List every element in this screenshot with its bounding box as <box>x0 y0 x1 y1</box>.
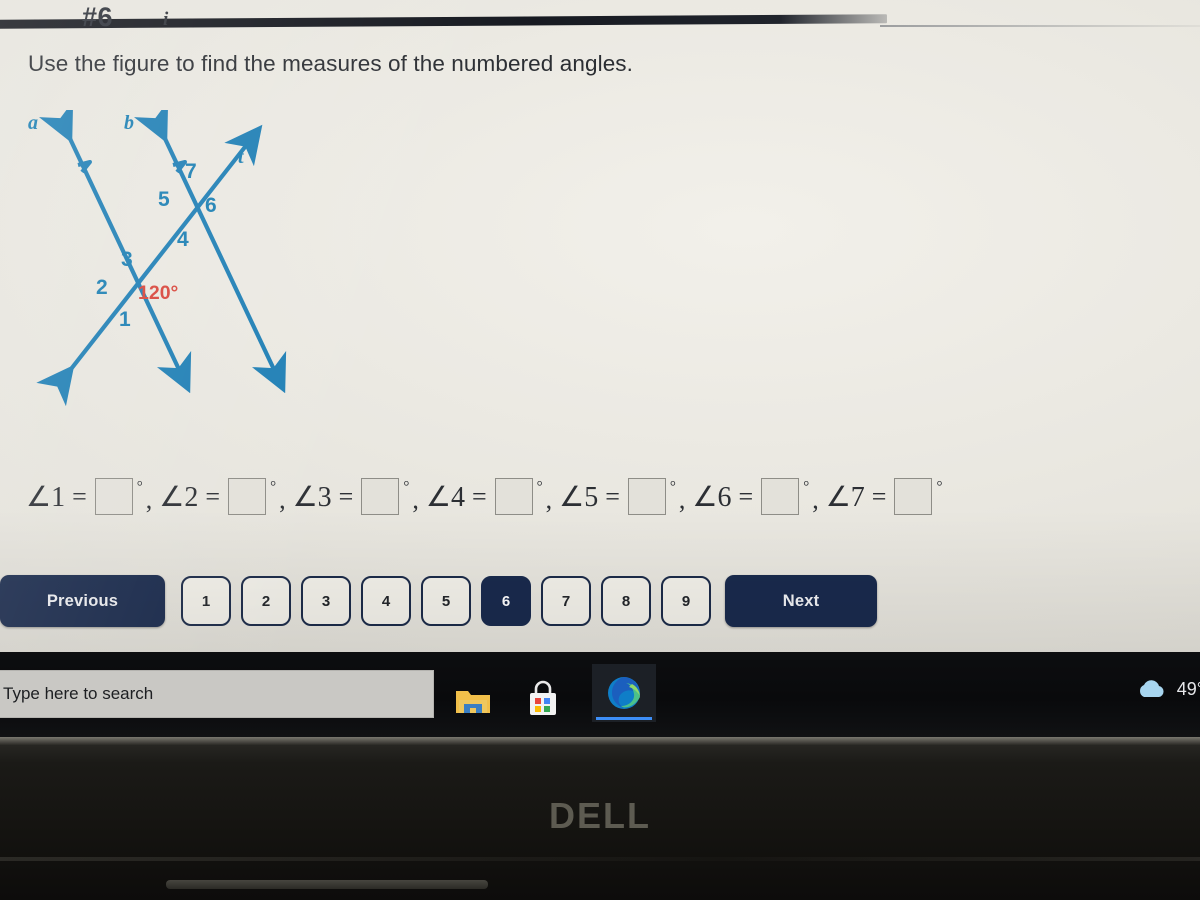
answer-input-6[interactable] <box>761 478 800 515</box>
answer-label-6: ∠6 <box>692 481 732 513</box>
weather-temperature: 49° <box>1176 678 1200 699</box>
answer-row: ∠1 = ° , ∠2 = ° , ∠3 = ° , ∠4 = ° , ∠5 =… <box>26 478 942 515</box>
answer-input-5[interactable] <box>627 478 666 515</box>
answer-input-2[interactable] <box>228 478 267 515</box>
file-explorer-icon[interactable] <box>452 680 494 722</box>
info-icon[interactable]: i <box>163 9 168 31</box>
label-line-b: b <box>124 112 134 134</box>
page-button-6[interactable]: 6 <box>481 576 531 626</box>
page-button-9[interactable]: 9 <box>661 576 711 626</box>
previous-button[interactable]: Previous <box>0 575 165 627</box>
page-button-2[interactable]: 2 <box>241 576 291 626</box>
page-button-5[interactable]: 5 <box>421 576 471 626</box>
laptop-hinge <box>166 880 488 889</box>
header-divider <box>880 25 1200 27</box>
answer-input-7[interactable] <box>894 478 933 515</box>
answer-equals-3: = <box>338 481 354 511</box>
answer-equals-6: = <box>738 481 754 511</box>
answer-separator-3: , <box>412 485 419 514</box>
answer-group-3: ∠3 = ° , <box>293 478 426 515</box>
line-t <box>36 124 263 407</box>
microsoft-edge-icon[interactable] <box>592 664 656 722</box>
answer-label-7: ∠7 <box>825 481 865 513</box>
next-button[interactable]: Next <box>725 575 877 627</box>
degree-symbol-4: ° <box>536 479 543 495</box>
page-button-4[interactable]: 4 <box>361 576 411 626</box>
answer-group-5: ∠5 = ° , <box>559 478 692 515</box>
answer-equals-2: = <box>205 481 221 511</box>
angle-number-1: 1 <box>119 308 131 331</box>
angle-number-6: 6 <box>205 194 217 217</box>
page-button-1[interactable]: 1 <box>181 576 231 626</box>
geometry-figure-svg <box>36 100 287 407</box>
answer-label-5: ∠5 <box>559 481 599 513</box>
angle-number-5: 5 <box>158 188 170 211</box>
answer-separator-1: , <box>145 485 153 514</box>
page-button-8[interactable]: 8 <box>601 576 651 626</box>
given-angle-measure: 120° <box>138 282 179 304</box>
answer-separator-6: , <box>812 485 819 514</box>
taskbar-weather-widget[interactable]: 49° <box>1134 676 1200 702</box>
answer-equals-7: = <box>871 481 887 511</box>
answer-separator-2: , <box>279 485 286 514</box>
answer-equals-1: = <box>72 481 87 511</box>
label-line-t: t <box>238 146 244 168</box>
edge-active-indicator <box>596 717 652 720</box>
cloud-icon <box>1139 680 1164 697</box>
geometry-figure: a b t 1 2 3 4 5 6 7 120° <box>20 100 320 410</box>
answer-input-3[interactable] <box>361 478 400 515</box>
answer-label-4: ∠4 <box>425 481 465 513</box>
question-header: #6 i <box>0 0 1200 46</box>
answer-equals-4: = <box>471 481 487 511</box>
answer-group-2: ∠2 = ° , <box>159 478 292 515</box>
answer-separator-5: , <box>678 485 686 514</box>
laptop-bezel: DELL <box>0 737 1200 900</box>
question-number: #6 <box>82 2 114 32</box>
angle-number-2: 2 <box>96 276 108 299</box>
page-button-7[interactable]: 7 <box>541 576 591 626</box>
bezel-highlight <box>0 737 1200 745</box>
dell-logo: DELL <box>549 795 651 836</box>
parallel-mark-a <box>77 160 92 174</box>
parallel-mark-b <box>172 160 187 174</box>
degree-symbol-1: ° <box>136 479 143 495</box>
answer-input-1[interactable] <box>94 478 133 515</box>
taskbar-icon-group <box>452 664 656 722</box>
search-input[interactable]: Type here to search <box>3 684 153 704</box>
answer-group-4: ∠4 = ° , <box>426 478 559 515</box>
laptop-screen: #6 i Use the figure to find the measures… <box>0 0 1200 652</box>
answer-equals-5: = <box>605 481 620 511</box>
page-button-3[interactable]: 3 <box>301 576 351 626</box>
answer-group-1: ∠1 = ° , <box>26 478 159 515</box>
question-prompt: Use the figure to find the measures of t… <box>28 51 634 76</box>
angle-number-7: 7 <box>185 160 197 183</box>
degree-symbol-2: ° <box>270 479 277 495</box>
degree-symbol-6: ° <box>803 479 810 495</box>
bezel-edge-line <box>0 857 1200 861</box>
answer-label-1: ∠1 <box>26 481 66 513</box>
degree-symbol-7: ° <box>936 479 943 495</box>
windows-taskbar: Type here to search 49 <box>0 652 1200 737</box>
answer-label-2: ∠2 <box>159 481 199 513</box>
page-number-list: 1 2 3 4 5 6 7 8 9 <box>181 576 711 626</box>
degree-symbol-3: ° <box>403 479 410 495</box>
angle-number-3: 3 <box>121 248 133 271</box>
screenshot-root: #6 i Use the figure to find the measures… <box>0 0 1200 900</box>
answer-separator-4: , <box>545 485 553 514</box>
answer-input-4[interactable] <box>494 478 533 515</box>
taskbar-search-box[interactable]: Type here to search <box>0 670 434 718</box>
label-line-a: a <box>28 112 38 134</box>
answer-group-7: ∠7 = ° <box>825 478 943 515</box>
degree-symbol-5: ° <box>669 479 676 495</box>
answer-group-6: ∠6 = ° , <box>692 478 825 515</box>
screen-glare-streak <box>0 14 888 29</box>
pagination-bar: Previous 1 2 3 4 5 6 7 8 9 Next <box>0 570 1200 632</box>
answer-label-3: ∠3 <box>292 481 332 513</box>
microsoft-store-icon[interactable] <box>522 680 564 722</box>
angle-number-4: 4 <box>177 228 189 251</box>
